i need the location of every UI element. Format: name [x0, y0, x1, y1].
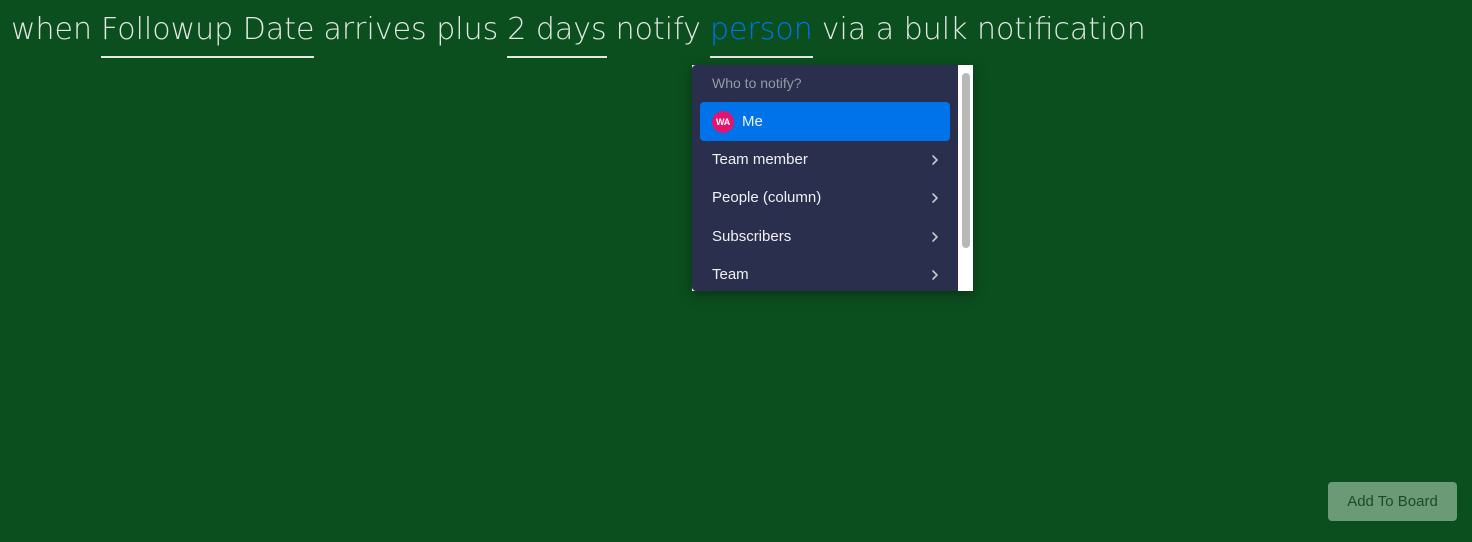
sentence-suffix: via a bulk notification	[821, 12, 1146, 47]
dropdown-title: Who to notify?	[712, 75, 802, 91]
option-team-member[interactable]: Team member	[700, 140, 950, 179]
option-team[interactable]: Team	[700, 255, 950, 294]
option-label: People (column)	[712, 189, 822, 206]
chevron-right-icon	[930, 154, 940, 166]
automation-sentence: when Followup Date arrives plus 2 days n…	[11, 8, 1155, 60]
dropdown-list: Who to notify? WA Me Team member People …	[692, 65, 958, 291]
dropdown-scrollbar[interactable]	[958, 65, 973, 291]
sentence-arrives-plus: arrives plus	[323, 12, 499, 47]
scrollbar-thumb[interactable]	[962, 73, 970, 248]
option-label: Subscribers	[712, 228, 792, 245]
option-label: Team	[712, 266, 749, 283]
option-me[interactable]: WA Me	[700, 102, 950, 141]
chevron-right-icon	[930, 231, 940, 243]
chevron-right-icon	[930, 192, 940, 204]
trigger-column-selector[interactable]: Followup Date	[101, 8, 315, 58]
add-to-board-button[interactable]: Add To Board	[1328, 482, 1457, 521]
sentence-when: when	[11, 12, 93, 47]
avatar: WA	[712, 110, 734, 133]
chevron-right-icon	[930, 269, 940, 281]
sentence-notify: notify	[615, 12, 701, 47]
option-label: Team member	[712, 151, 808, 168]
recipient-selector[interactable]: person	[709, 8, 813, 58]
who-to-notify-dropdown: Who to notify? WA Me Team member People …	[692, 65, 973, 291]
option-people-column[interactable]: People (column)	[700, 178, 950, 217]
option-label: Me	[742, 113, 763, 130]
option-subscribers[interactable]: Subscribers	[700, 217, 950, 256]
offset-selector[interactable]: 2 days	[507, 8, 607, 58]
